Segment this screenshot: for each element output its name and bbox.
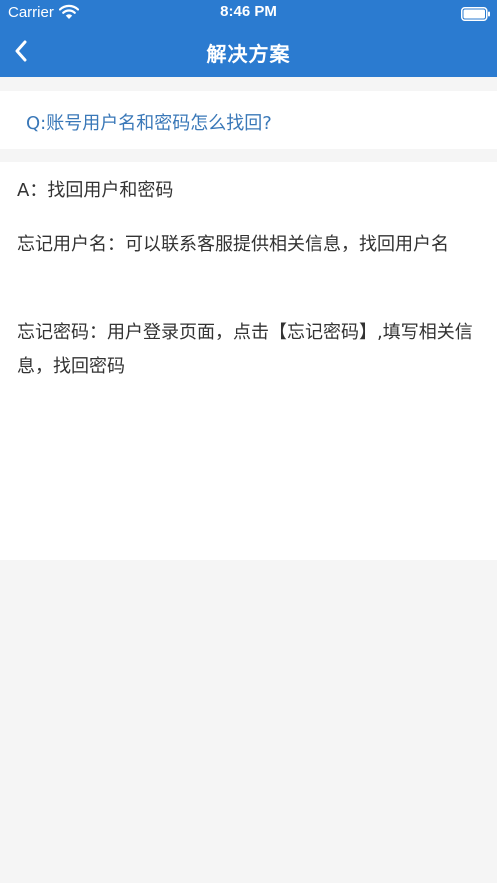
answer-paragraph: A：找回用户和密码: [17, 180, 174, 201]
page-title: 解决方案: [206, 42, 291, 66]
answer-card: A：找回用户和密码 忘记用户名：可以联系客服提供相关信息，找回用户名 忘记密码：…: [0, 162, 497, 560]
status-time: 8:46 PM: [220, 3, 277, 20]
navigation-bar: 解决方案: [0, 26, 497, 77]
answer-paragraph: 忘记密码：用户登录页面，点击【忘记密码】,填写相关信息，找回密码: [17, 322, 473, 377]
battery-icon: [461, 6, 491, 21]
status-bar: Carrier 8:46 PM: [0, 0, 497, 26]
question-text: Q:账号用户名和密码怎么找回?: [26, 113, 272, 134]
answer-paragraph: 忘记用户名：可以联系客服提供相关信息，找回用户名: [17, 234, 449, 255]
app-header: Carrier 8:46 PM 解决方案: [0, 0, 497, 77]
question-card: Q:账号用户名和密码怎么找回?: [0, 91, 497, 149]
